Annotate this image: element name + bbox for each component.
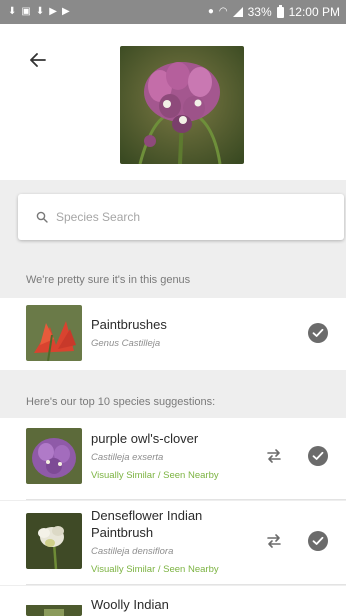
swap-icon bbox=[267, 534, 281, 548]
species-scientific-name: Castilleja densiflora bbox=[91, 546, 174, 557]
species-thumbnail bbox=[26, 604, 82, 616]
select-species-button[interactable] bbox=[308, 531, 328, 551]
species-thumbnail bbox=[26, 513, 82, 569]
species-match-tag: Visually Similar / Seen Nearby bbox=[91, 470, 219, 481]
battery-icon bbox=[276, 4, 284, 18]
species-common-name-line2: Paintbrush bbox=[91, 525, 154, 540]
back-button[interactable] bbox=[24, 46, 52, 74]
signal-icon bbox=[232, 7, 243, 17]
genus-scientific-name: Genus Castilleja bbox=[91, 338, 161, 349]
row-divider bbox=[26, 584, 346, 585]
swap-icon bbox=[267, 449, 281, 463]
wifi-icon: ◠ bbox=[218, 6, 228, 17]
play-icon: ▶ bbox=[61, 6, 70, 17]
compare-species-button[interactable] bbox=[264, 531, 284, 551]
play-icon: ▶ bbox=[49, 6, 57, 17]
species-common-name: Woolly Indian bbox=[91, 597, 169, 612]
genus-name: Paintbrushes bbox=[91, 317, 167, 332]
species-scientific-name: Castilleja exserta bbox=[91, 452, 164, 463]
species-suggestion-row[interactable]: purple owl's-clover Castilleja exserta V… bbox=[0, 418, 346, 500]
species-common-name-line1: Denseflower Indian bbox=[91, 508, 203, 523]
app-screen: ⬇ ▣ ⬇ ▶ ▶ ● ◠ 33% 12:00 PM Species Searc… bbox=[0, 0, 346, 616]
back-arrow-icon bbox=[30, 53, 46, 67]
battery-percent: 33% bbox=[247, 5, 272, 19]
species-section-label: Here's our top 10 species suggestions: bbox=[26, 396, 216, 408]
system-icons: ● ◠ 33% 12:00 PM bbox=[207, 4, 340, 19]
species-suggestion-row[interactable]: Woolly Indian bbox=[0, 586, 346, 616]
download-icon: ⬇ bbox=[35, 6, 45, 17]
check-icon bbox=[312, 536, 324, 545]
search-icon bbox=[36, 211, 48, 223]
clock: 12:00 PM bbox=[288, 5, 340, 19]
select-genus-button[interactable] bbox=[308, 323, 328, 343]
image-icon: ▣ bbox=[21, 6, 31, 17]
notification-icons: ⬇ ▣ ⬇ ▶ ▶ bbox=[8, 7, 70, 17]
genus-section-label: We're pretty sure it's in this genus bbox=[26, 274, 191, 286]
check-icon bbox=[312, 328, 324, 337]
select-species-button[interactable] bbox=[308, 446, 328, 466]
genus-suggestion-row[interactable]: Paintbrushes Genus Castilleja bbox=[0, 298, 346, 370]
row-divider bbox=[26, 499, 346, 500]
location-icon: ● bbox=[207, 6, 214, 17]
species-match-tag: Visually Similar / Seen Nearby bbox=[91, 564, 219, 575]
species-suggestion-row[interactable]: Denseflower Indian Paintbrush Castilleja… bbox=[0, 501, 346, 585]
species-thumbnail bbox=[26, 428, 82, 484]
observation-photo bbox=[120, 46, 244, 164]
species-common-name: purple owl's-clover bbox=[91, 431, 199, 446]
check-icon bbox=[312, 451, 324, 460]
genus-thumbnail bbox=[26, 305, 82, 361]
download-icon: ⬇ bbox=[8, 6, 17, 17]
header bbox=[0, 24, 346, 180]
species-search-input[interactable] bbox=[56, 210, 296, 224]
species-search-bar[interactable] bbox=[18, 194, 344, 240]
compare-species-button[interactable] bbox=[264, 446, 284, 466]
status-bar: ⬇ ▣ ⬇ ▶ ▶ ● ◠ 33% 12:00 PM bbox=[0, 0, 346, 24]
